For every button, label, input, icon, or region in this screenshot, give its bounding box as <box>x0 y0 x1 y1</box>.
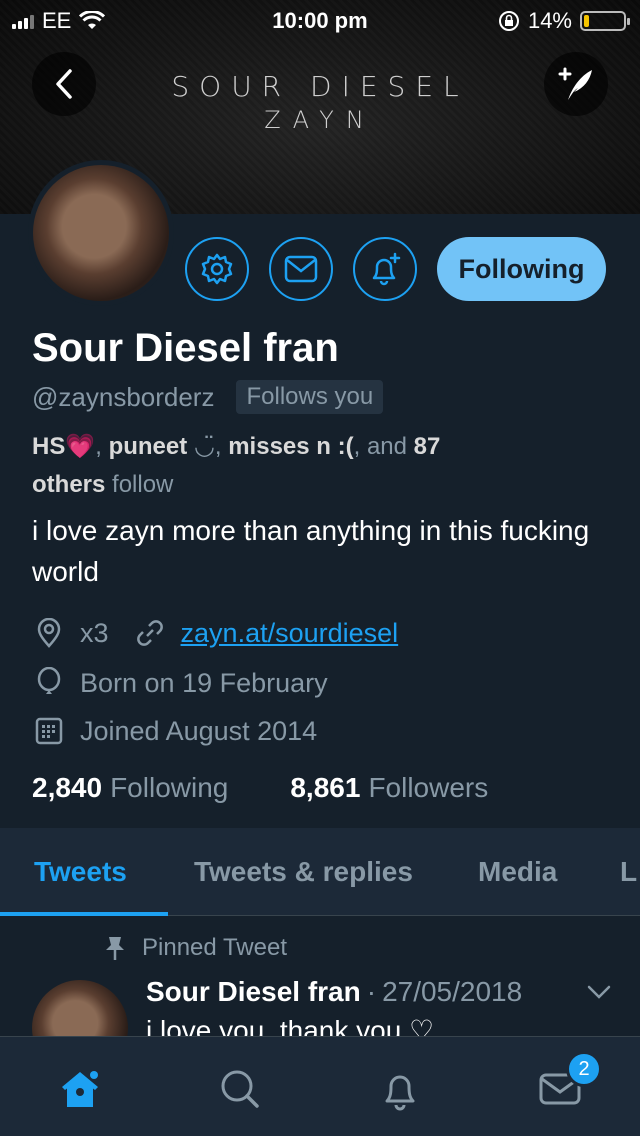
following-button[interactable]: Following <box>437 237 606 301</box>
tweet-date: 27/05/2018 <box>382 976 523 1007</box>
envelope-icon <box>284 255 318 283</box>
bell-icon <box>385 1075 415 1111</box>
settings-button[interactable] <box>185 237 249 301</box>
mutual-user-1: HS <box>32 433 66 460</box>
joined-row: Joined August 2014 <box>32 714 317 748</box>
compose-tweet-button[interactable] <box>544 52 608 116</box>
profile-tabs: Tweets Tweets & replies Media L <box>0 828 640 916</box>
battery-icon <box>580 11 630 31</box>
birthday-text: Born on 19 February <box>80 667 328 698</box>
compose-quill-icon <box>558 67 592 100</box>
followers-label: Followers <box>368 772 489 803</box>
profile-avatar[interactable] <box>28 160 174 306</box>
link-icon <box>133 616 167 650</box>
following-label: Following <box>110 772 229 803</box>
heart-emoji: 💗 <box>65 433 96 460</box>
joined-text: Joined August 2014 <box>80 715 318 746</box>
handle-row: @zaynsborderz Follows you <box>32 380 384 414</box>
balloon-icon <box>32 666 66 700</box>
pin-icon <box>106 937 124 960</box>
following-count-link[interactable]: 2,840 Following <box>32 772 228 804</box>
tab-tweets[interactable]: Tweets <box>34 856 127 888</box>
battery-percent: 14% <box>527 8 572 33</box>
others-label: others <box>32 471 106 498</box>
chevron-down-icon <box>587 985 611 999</box>
others-count: 87 <box>413 433 441 460</box>
profile-name: Sour Diesel fran <box>32 326 339 370</box>
notifications-toggle-button[interactable] <box>353 237 417 301</box>
tweet-options-button[interactable] <box>586 984 612 1005</box>
tab-likes[interactable]: L <box>620 856 637 888</box>
home-tab[interactable] <box>58 1067 102 1111</box>
mutual-user-3: misses n :( <box>228 433 354 460</box>
mutual-followers[interactable]: HS💗, puneet ◡̈, misses n :(, and 87 othe… <box>32 428 612 504</box>
tweet-author-name[interactable]: Sour Diesel fran <box>146 976 361 1008</box>
follow-counts: 2,840 Following 8,861 Followers <box>32 772 488 804</box>
birthday-row: Born on 19 February <box>32 666 328 700</box>
chevron-left-icon <box>56 69 72 99</box>
status-right: 14% <box>498 8 630 34</box>
location-website-row: x3 zayn.at/sourdiesel <box>32 616 398 650</box>
bottom-tab-bar: 2 <box>0 1036 640 1136</box>
smile-emoji: ◡̈ <box>193 433 215 460</box>
search-icon <box>221 1070 259 1108</box>
follows-you-badge: Follows you <box>236 380 384 414</box>
location-pin-icon <box>32 616 66 650</box>
pinned-tweet-label: Pinned Tweet <box>104 934 287 962</box>
home-icon <box>62 1071 98 1107</box>
location-text: x3 <box>80 617 109 648</box>
bell-plus-icon <box>372 252 401 286</box>
tab-media[interactable]: Media <box>478 856 557 888</box>
mutual-user-2: puneet <box>108 433 188 460</box>
calendar-icon <box>32 714 66 748</box>
banner-subtitle: ZAYN <box>264 106 376 134</box>
gear-icon <box>201 253 233 285</box>
avatar-photo <box>33 165 169 301</box>
pinned-text: Pinned Tweet <box>142 934 287 961</box>
active-tab-indicator <box>0 912 168 916</box>
following-count: 2,840 <box>32 772 103 803</box>
tweet-separator: · <box>366 976 377 1007</box>
search-tab[interactable] <box>218 1067 262 1111</box>
followers-count: 8,861 <box>290 772 361 803</box>
status-bar: EE 10:00 pm 14% <box>0 0 640 40</box>
tweet-header: Sour Diesel fran · 27/05/2018 <box>146 976 522 1008</box>
messages-badge: 2 <box>566 1051 602 1087</box>
direct-message-button[interactable] <box>269 237 333 301</box>
rotation-lock-icon <box>498 11 519 31</box>
back-button[interactable] <box>32 52 96 116</box>
followers-count-link[interactable]: 8,861 Followers <box>290 772 488 804</box>
tab-tweets-replies[interactable]: Tweets & replies <box>194 856 413 888</box>
profile-bio: i love zayn more than anything in this f… <box>32 515 590 587</box>
follow-text: follow <box>112 471 174 498</box>
notifications-tab[interactable] <box>378 1067 422 1111</box>
battery-level <box>584 15 589 27</box>
and-text: , and <box>353 433 407 460</box>
website-link[interactable]: zayn.at/sourdiesel <box>181 618 399 649</box>
profile-handle: @zaynsborderz <box>32 381 215 412</box>
